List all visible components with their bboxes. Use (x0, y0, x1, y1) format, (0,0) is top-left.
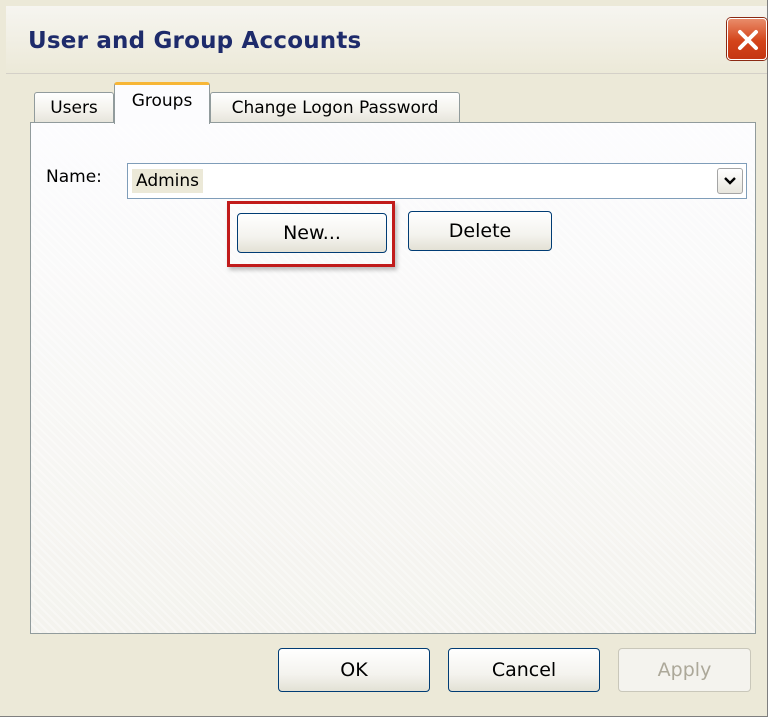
dropdown-button[interactable] (717, 168, 743, 194)
group-name-value: Admins (132, 169, 204, 193)
window-title: User and Group Accounts (28, 28, 362, 54)
tab-groups-label: Groups (131, 91, 193, 111)
new-group-button-label: New... (283, 222, 341, 244)
group-name-select[interactable]: Admins (127, 163, 747, 199)
delete-group-button-label: Delete (448, 220, 512, 242)
groups-panel: Name: Admins New... Delete (30, 122, 756, 634)
close-button[interactable] (727, 18, 767, 60)
tab-groups[interactable]: Groups (114, 82, 210, 124)
name-label: Name: (46, 167, 102, 187)
user-group-accounts-dialog: User and Group Accounts Users Groups Cha… (0, 0, 768, 717)
cancel-button-label: Cancel (491, 659, 557, 681)
tab-change-logon-password-label: Change Logon Password (231, 97, 439, 118)
ok-button-label: OK (340, 659, 368, 681)
ok-button[interactable]: OK (278, 648, 430, 692)
title-bar[interactable]: User and Group Accounts (6, 6, 767, 74)
apply-button-label: Apply (657, 659, 712, 681)
chevron-down-icon (724, 177, 736, 185)
new-group-button[interactable]: New... (237, 213, 387, 253)
cancel-button[interactable]: Cancel (448, 648, 600, 692)
close-icon (738, 30, 758, 50)
delete-group-button[interactable]: Delete (408, 211, 552, 251)
tab-users-label: Users (50, 97, 98, 118)
tab-change-logon-password[interactable]: Change Logon Password (210, 92, 460, 122)
apply-button[interactable]: Apply (618, 648, 751, 692)
tab-users[interactable]: Users (34, 92, 114, 122)
